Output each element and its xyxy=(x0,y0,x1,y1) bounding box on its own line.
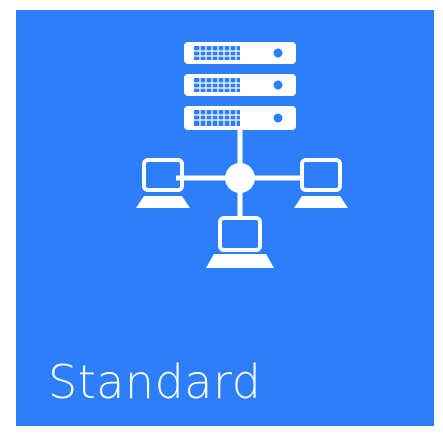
network-server-icon xyxy=(136,42,348,268)
standard-tile[interactable]: Standard xyxy=(16,10,434,426)
page-background: Standard xyxy=(0,0,443,441)
tile-label: Standard xyxy=(48,355,262,409)
